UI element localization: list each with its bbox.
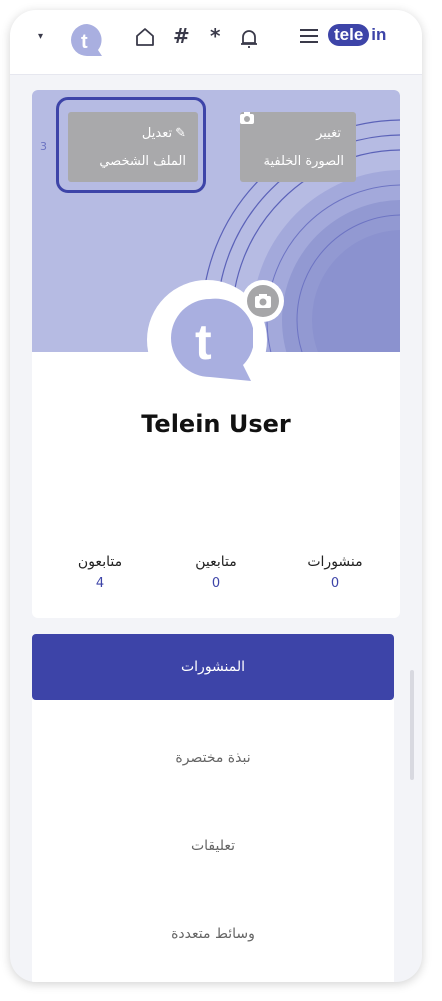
top-bar: ▾ t # * tele in bbox=[10, 10, 422, 75]
stat-following[interactable]: متابعون 4 bbox=[50, 554, 150, 591]
tab-comments[interactable]: تعليقات bbox=[32, 838, 394, 854]
dropdown-caret-icon[interactable]: ▾ bbox=[38, 31, 43, 42]
stat-followers[interactable]: متابعين 0 bbox=[166, 554, 266, 591]
profile-card: 3 ✎تعديل الملف الشخصي تغيير الصورة الخلف… bbox=[32, 90, 400, 618]
change-cover-label-2: الصورة الخلفية bbox=[263, 154, 344, 169]
hashtag-icon[interactable]: # bbox=[173, 24, 190, 48]
tab-media[interactable]: وسائط متعددة bbox=[32, 926, 394, 942]
svg-text:t: t bbox=[81, 31, 88, 53]
asterisk-icon[interactable]: * bbox=[210, 24, 220, 48]
avatar[interactable]: t bbox=[167, 295, 253, 385]
profile-name: Telein User bbox=[141, 410, 291, 438]
stat-posts-value: 0 bbox=[330, 576, 340, 591]
edit-profile-label-1: تعديل bbox=[141, 126, 173, 141]
change-avatar-camera-icon[interactable] bbox=[247, 285, 279, 317]
edit-profile-label-2: الملف الشخصي bbox=[99, 154, 186, 169]
phone-frame: ▾ t # * tele in 3 ✎تعديل الملف الشخصي تغ… bbox=[10, 10, 422, 982]
pencil-icon: ✎ bbox=[175, 126, 186, 141]
change-cover-button[interactable]: تغيير الصورة الخلفية bbox=[240, 112, 356, 182]
stat-followers-label: متابعين bbox=[195, 554, 237, 570]
brand-logo-in: in bbox=[371, 25, 387, 44]
change-cover-label-1: تغيير bbox=[316, 126, 341, 141]
edit-profile-button[interactable]: ✎تعديل الملف الشخصي bbox=[68, 112, 198, 182]
profile-tabs-list: نبذة مختصرة تعليقات وسائط متعددة bbox=[32, 700, 394, 982]
cover-count-badge: 3 bbox=[40, 140, 47, 153]
stat-posts-label: منشورات bbox=[307, 554, 363, 570]
stat-following-value: 4 bbox=[95, 576, 105, 591]
svg-text:t: t bbox=[195, 314, 212, 370]
menu-icon[interactable] bbox=[300, 28, 318, 44]
home-icon[interactable] bbox=[134, 26, 156, 48]
stat-posts[interactable]: منشورات 0 bbox=[285, 554, 385, 591]
telein-avatar-icon[interactable]: t bbox=[68, 22, 106, 58]
stat-following-label: متابعون bbox=[77, 554, 123, 570]
bell-icon[interactable] bbox=[240, 28, 258, 50]
scrollbar[interactable] bbox=[410, 670, 414, 780]
tab-posts[interactable]: المنشورات bbox=[32, 634, 394, 700]
tab-bio[interactable]: نبذة مختصرة bbox=[32, 750, 394, 766]
stat-followers-value: 0 bbox=[211, 576, 221, 591]
telein-logo[interactable]: tele in bbox=[328, 24, 402, 52]
brand-logo-tele: tele bbox=[328, 24, 370, 46]
